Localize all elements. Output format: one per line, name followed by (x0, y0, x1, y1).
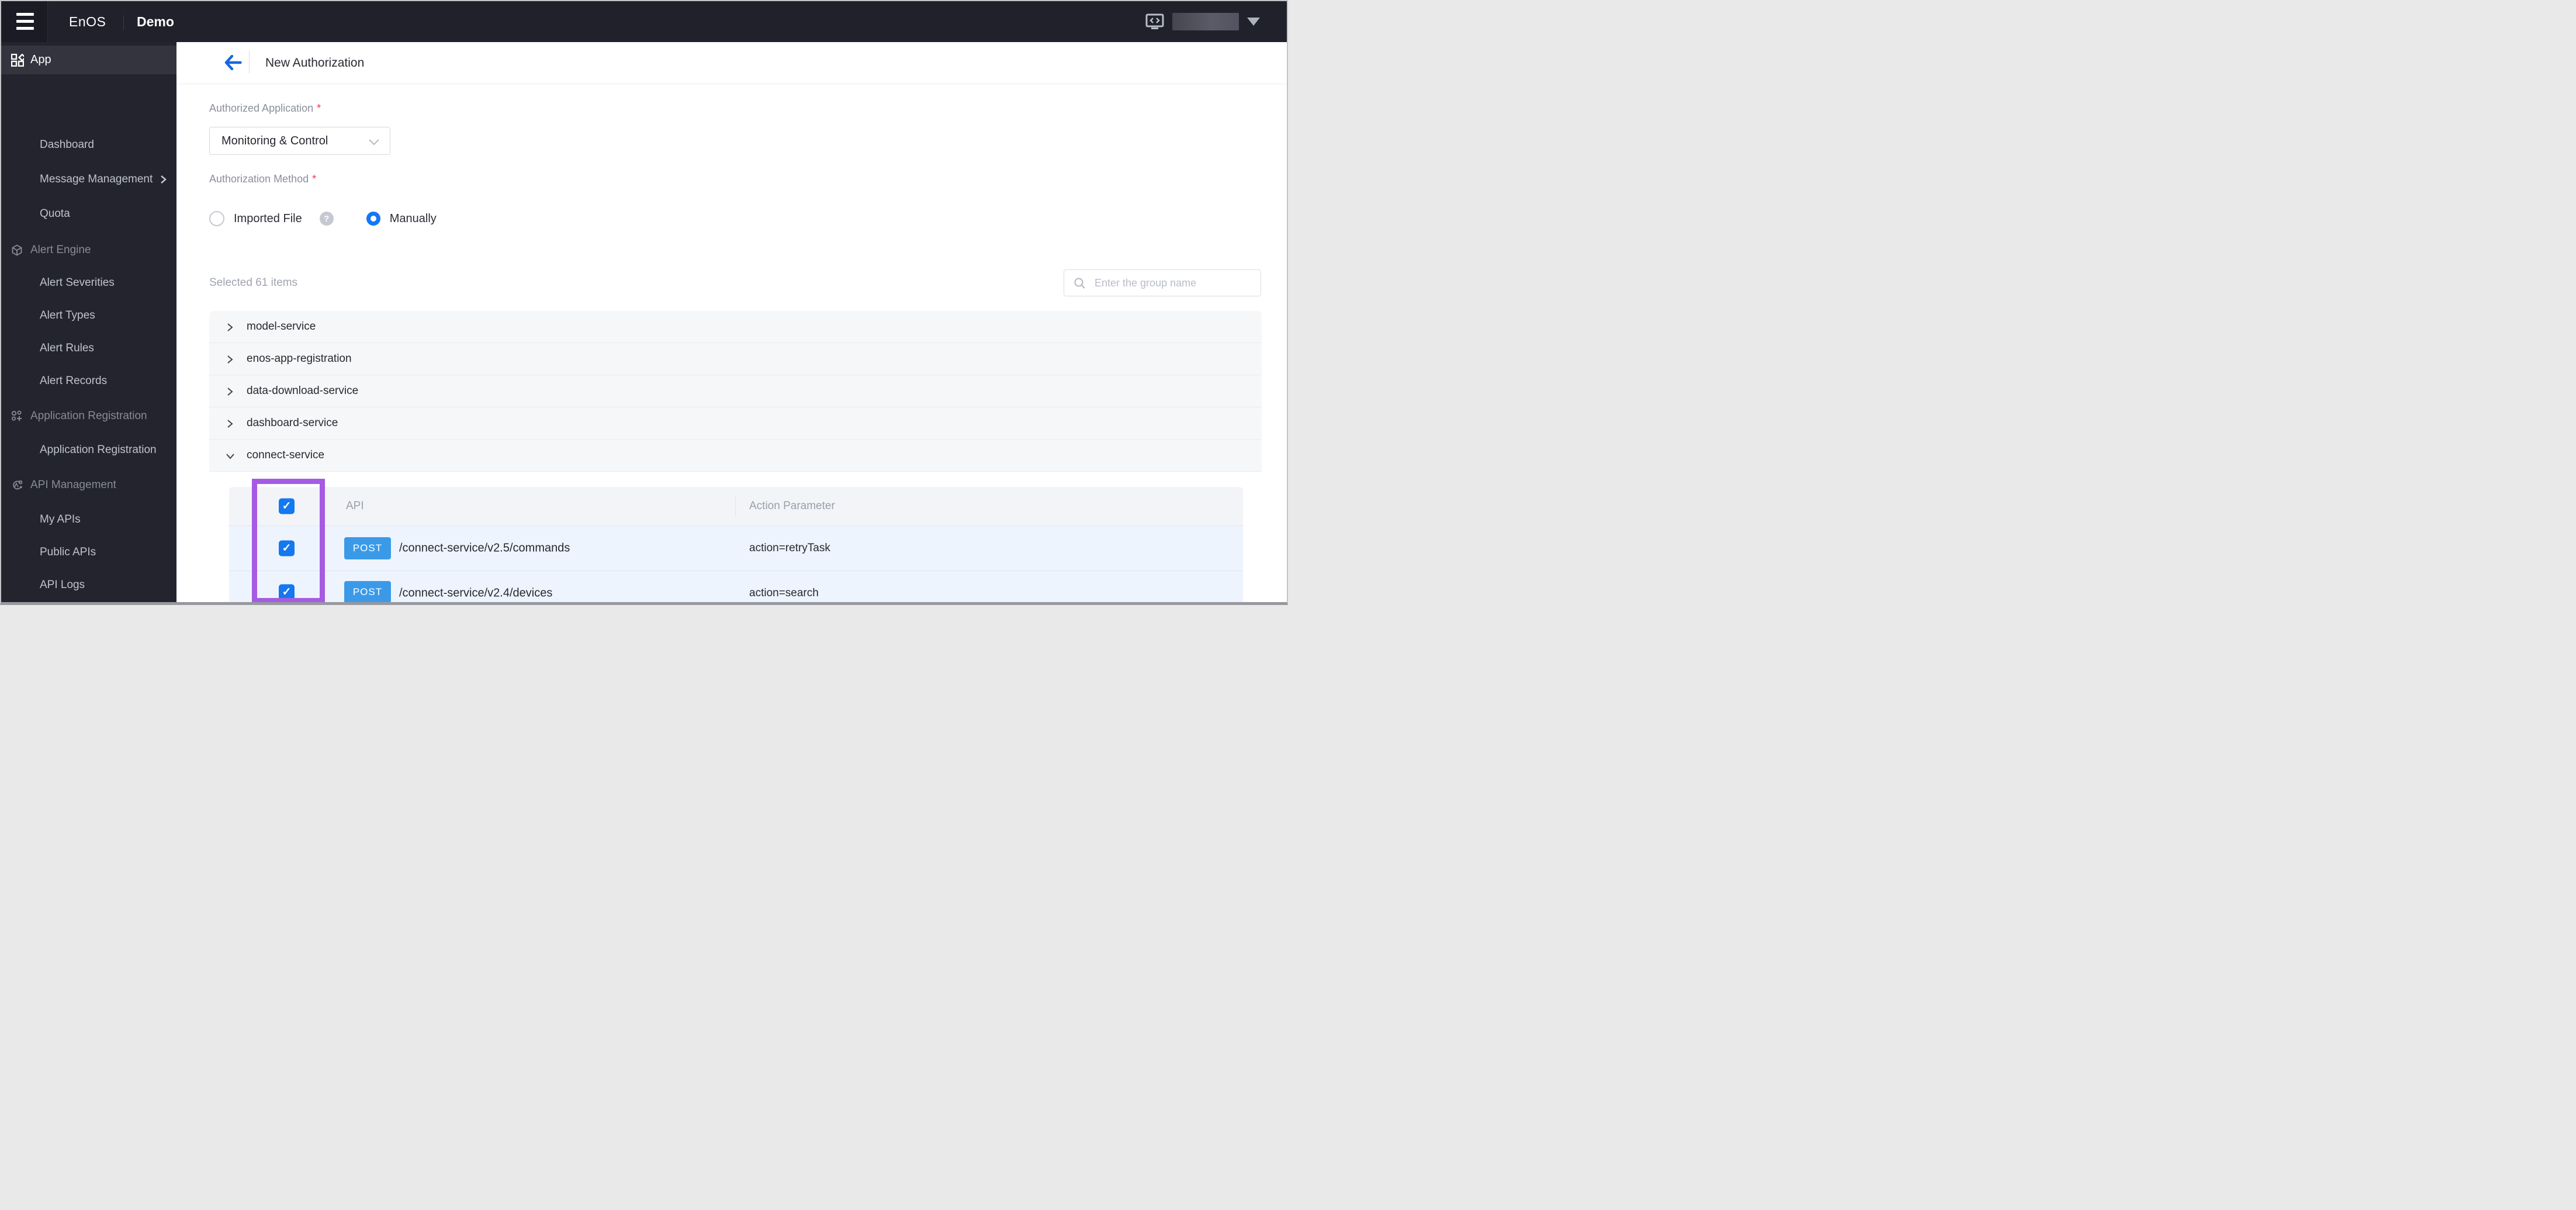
method-badge: POST (344, 581, 391, 602)
chevron-down-icon[interactable] (226, 453, 235, 460)
required-asterisk: * (317, 102, 321, 114)
sidebar-item-alert-records[interactable]: Alert Records (1, 369, 176, 393)
sidebar-section-application-registration[interactable]: Application Registration (1, 405, 176, 428)
row-checkbox[interactable]: ✓ (279, 540, 295, 556)
api-management-icon (11, 479, 23, 491)
sidebar-item-my-apis[interactable]: My APIs (1, 508, 176, 531)
sidebar-item-message-management[interactable]: Message Management (1, 168, 176, 191)
back-arrow-icon[interactable] (224, 55, 242, 70)
service-row-data-download-service[interactable]: data-download-service (209, 375, 1262, 407)
service-row-model-service[interactable]: model-service (209, 311, 1262, 343)
required-asterisk: * (312, 173, 317, 185)
console-icon[interactable] (1145, 13, 1164, 30)
chevron-right-icon (159, 174, 167, 185)
app-registration-icon (11, 410, 23, 422)
chevron-right-icon[interactable] (226, 323, 234, 332)
group-search (1064, 269, 1261, 296)
app-grid-icon (11, 53, 24, 67)
column-header-api: API (346, 500, 364, 512)
page-header: New Authorization (176, 42, 1287, 84)
sidebar-item-alert-rules[interactable]: Alert Rules (1, 337, 176, 360)
authorization-method-options: Imported File ? Manually (209, 211, 437, 226)
sidebar-item-dashboard[interactable]: Dashboard (1, 133, 176, 157)
check-icon: ✓ (282, 542, 292, 555)
service-row-enos-app-registration[interactable]: enos-app-registration (209, 343, 1262, 375)
service-row-connect-service[interactable]: connect-service (209, 440, 1262, 472)
enos-console-window: EnOS Demo App Dashboard Message Manageme… (0, 0, 1288, 605)
sidebar-section-alert-engine[interactable]: Alert Engine (1, 238, 176, 262)
api-path: /connect-service/v2.5/commands (399, 541, 570, 555)
select-all-checkbox[interactable]: ✓ (279, 498, 295, 514)
main-content: New Authorization Authorized Application… (176, 42, 1287, 602)
environment-name: Demo (137, 13, 174, 29)
service-row-dashboard-service[interactable]: dashboard-service (209, 407, 1262, 440)
sidebar: App Dashboard Message Management Quota A… (1, 42, 176, 605)
check-icon: ✓ (282, 586, 292, 599)
manually-radio[interactable] (366, 212, 380, 226)
page-title: New Authorization (265, 56, 365, 70)
sidebar-item-alert-types[interactable]: Alert Types (1, 304, 176, 327)
chevron-down-icon (369, 139, 379, 146)
authorized-application-label: Authorized Application * (209, 102, 321, 114)
row-checkbox[interactable]: ✓ (279, 584, 295, 600)
api-path: /connect-service/v2.4/devices (399, 586, 553, 600)
search-input[interactable] (1064, 270, 1261, 296)
hamburger-menu-icon[interactable] (16, 13, 34, 30)
sidebar-item-api-authorization[interactable]: API Authorization (6, 603, 172, 605)
selected-items-count: Selected 61 items (209, 276, 298, 289)
column-separator (735, 496, 736, 516)
chevron-right-icon[interactable] (226, 387, 234, 396)
authorized-application-select[interactable]: Monitoring & Control (209, 127, 390, 155)
action-parameter-value: action=search (749, 587, 819, 599)
method-badge: POST (344, 537, 391, 559)
check-icon: ✓ (282, 500, 292, 513)
api-table-header: ✓ API Action Parameter (229, 487, 1243, 526)
chevron-right-icon[interactable] (226, 355, 234, 364)
brand-divider (123, 15, 124, 30)
imported-file-radio[interactable] (209, 211, 224, 226)
api-row-devices[interactable]: ✓ POST /connect-service/v2.4/devices act… (229, 571, 1243, 602)
sidebar-item-public-apis[interactable]: Public APIs (1, 541, 176, 564)
api-row-commands[interactable]: ✓ POST /connect-service/v2.5/commands ac… (229, 526, 1243, 571)
authorization-method-label: Authorization Method * (209, 173, 317, 185)
sidebar-item-application-registration[interactable]: Application Registration (1, 438, 176, 462)
help-question-icon[interactable]: ? (319, 212, 334, 226)
brand-logo: EnOS (69, 13, 106, 29)
sidebar-item-alert-severities[interactable]: Alert Severities (1, 271, 176, 295)
sidebar-header-label: App (30, 53, 51, 66)
service-group-list: model-service enos-app-registration data… (209, 311, 1262, 472)
cube-icon (11, 244, 23, 256)
manually-label: Manually (389, 212, 437, 225)
column-header-action-parameter: Action Parameter (749, 500, 835, 512)
api-table: ✓ API Action Parameter ✓ POST /connect-s… (229, 487, 1243, 602)
selected-application: Monitoring & Control (221, 134, 328, 147)
top-bar: EnOS Demo (1, 1, 1287, 42)
chevron-right-icon[interactable] (226, 419, 234, 428)
sidebar-item-api-logs[interactable]: API Logs (1, 573, 176, 597)
caret-down-icon[interactable] (1247, 18, 1260, 26)
imported-file-label: Imported File (234, 212, 302, 225)
header-divider (249, 51, 250, 73)
user-name-redacted[interactable] (1172, 13, 1239, 30)
sidebar-header-app[interactable]: App (1, 46, 176, 74)
sidebar-item-quota[interactable]: Quota (1, 202, 176, 226)
sidebar-section-api-management[interactable]: API Management (1, 473, 176, 497)
menu-toggle-area[interactable] (1, 1, 48, 42)
action-parameter-value: action=retryTask (749, 542, 830, 554)
